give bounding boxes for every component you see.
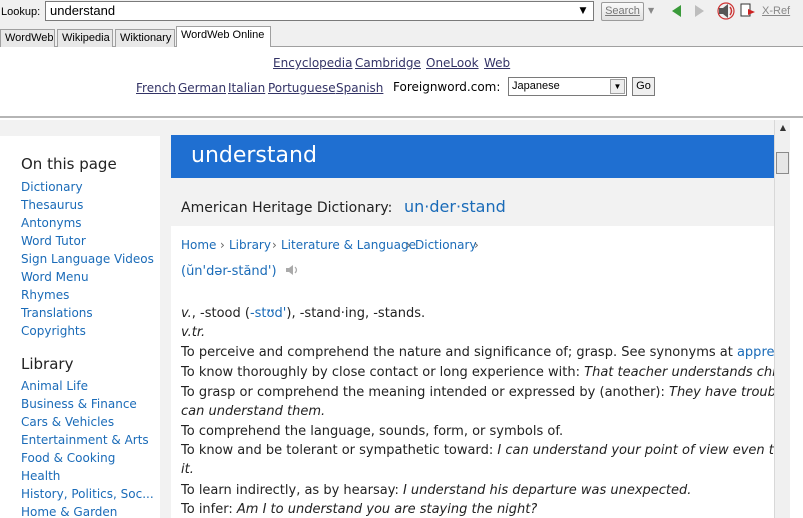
- lookup-input[interactable]: understand: [45, 1, 594, 21]
- library-link-cars-vehicles[interactable]: Cars & Vehicles: [21, 415, 114, 429]
- definition-line: To learn indirectly, as by hearsay: I un…: [181, 483, 692, 498]
- sidebar-link-word-tutor[interactable]: Word Tutor: [21, 234, 86, 248]
- link-portuguese[interactable]: Portuguese: [268, 81, 336, 95]
- sidebar-link-sign-language-videos[interactable]: Sign Language Videos: [21, 252, 154, 266]
- pronunciation: (ŭn'dər-stănd'): [181, 264, 277, 279]
- part-of-speech: v.: [181, 306, 192, 321]
- definition-line: To know thoroughly by close contact or l…: [181, 365, 774, 380]
- library-link-food-cooking[interactable]: Food & Cooking: [21, 451, 115, 465]
- sidebar-link-antonyms[interactable]: Antonyms: [21, 216, 82, 230]
- link-onelook[interactable]: OneLook: [426, 56, 479, 70]
- copy-to-icon[interactable]: [739, 2, 757, 20]
- window-edge: [790, 120, 803, 518]
- sidebar-link-copyrights[interactable]: Copyrights: [21, 324, 86, 338]
- inflection-stood: , -stood (: [191, 306, 250, 321]
- scrollbar-thumb[interactable]: [776, 152, 789, 174]
- tab-wordweb[interactable]: WordWeb: [0, 29, 55, 47]
- external-links-panel: Encyclopedia Cambridge OneLook Web Frenc…: [0, 47, 803, 118]
- inflection-stood-pronunciation: -stʊd': [249, 306, 287, 321]
- language-select-value: Japanese: [512, 80, 560, 92]
- inflection-line: v., -stood (-stʊd'), -stand·ing, -stands…: [181, 306, 425, 321]
- pronunciation-line: (ŭn'dər-stănd'): [181, 264, 301, 279]
- definition-example: Am I to understand you are staying the n…: [236, 502, 538, 517]
- library-link-business-finance[interactable]: Business & Finance: [21, 397, 137, 411]
- definition-line: To infer: Am I to understand you are sta…: [181, 502, 538, 517]
- search-dropdown-icon[interactable]: ▼: [648, 6, 654, 15]
- tab-wikipedia[interactable]: Wikipedia: [57, 29, 113, 47]
- definition-line: To know and be tolerant or sympathetic t…: [181, 443, 774, 458]
- definition-example: They have trouble w: [669, 385, 774, 400]
- definition-line: To comprehend the language, sounds, form…: [181, 424, 564, 439]
- xref-button[interactable]: X-Ref: [762, 5, 790, 17]
- dictionary-source-bar: American Heritage Dictionary: un·der·sta…: [171, 187, 774, 226]
- language-select[interactable]: Japanese ▼: [508, 77, 627, 96]
- back-arrow-icon[interactable]: [668, 2, 686, 20]
- chevron-down-icon: ▼: [610, 79, 625, 94]
- breadcrumb-literature-language[interactable]: Literature & Language: [281, 238, 416, 252]
- definition-line: To grasp or comprehend the meaning inten…: [181, 385, 774, 400]
- vertical-scrollbar[interactable]: ▲: [774, 120, 790, 518]
- definition-example: it.: [181, 462, 194, 477]
- library-link-home-garden[interactable]: Home & Garden: [21, 505, 117, 518]
- definition-example: I understand his departure was unexpecte…: [402, 483, 692, 498]
- scroll-up-arrow-icon[interactable]: ▲: [775, 120, 791, 136]
- speaker-icon[interactable]: [717, 2, 735, 20]
- library-link-history-politics[interactable]: History, Politics, Soc...: [21, 487, 154, 501]
- definition-example: can understand them.: [181, 404, 326, 419]
- library-heading: Library: [21, 355, 74, 373]
- on-this-page-heading: On this page: [21, 155, 117, 173]
- definition-line: To perceive and comprehend the nature an…: [181, 345, 774, 360]
- word-header: understand: [171, 135, 774, 178]
- link-french[interactable]: French: [136, 81, 176, 95]
- tab-wiktionary[interactable]: Wiktionary: [115, 29, 175, 47]
- lookup-dropdown-icon[interactable]: ▼: [576, 4, 590, 18]
- search-button[interactable]: Search: [601, 2, 644, 21]
- dictionary-entry: Home › Library › Literature & Language ›…: [171, 226, 774, 518]
- library-link-entertainment-arts[interactable]: Entertainment & Arts: [21, 433, 149, 447]
- definition-example: I can understand your point of view even…: [497, 443, 774, 458]
- word-title: understand: [191, 143, 317, 168]
- breadcrumb-separator: ›: [220, 238, 225, 252]
- library-link-animal-life[interactable]: Animal Life: [21, 379, 88, 393]
- web-content: On this page Dictionary Thesaurus Antony…: [0, 120, 774, 518]
- link-italian[interactable]: Italian: [228, 81, 265, 95]
- syllabification: un·der·stand: [404, 197, 506, 216]
- sidebar: On this page Dictionary Thesaurus Antony…: [0, 136, 160, 518]
- tab-wordweb-online[interactable]: WordWeb Online: [176, 26, 271, 48]
- breadcrumb-dictionary[interactable]: Dictionary: [415, 238, 477, 252]
- link-spanish[interactable]: Spanish: [336, 81, 383, 95]
- sidebar-link-dictionary[interactable]: Dictionary: [21, 180, 83, 194]
- definition-example: That teacher understands children: [584, 365, 774, 380]
- definition-line: it.: [181, 462, 194, 477]
- forward-arrow-icon[interactable]: [690, 2, 708, 20]
- sidebar-link-word-menu[interactable]: Word Menu: [21, 270, 89, 284]
- breadcrumb-home[interactable]: Home: [181, 238, 216, 252]
- foreignword-label: Foreignword.com:: [393, 80, 501, 94]
- go-button[interactable]: Go: [632, 77, 655, 96]
- definition-line: can understand them.: [181, 404, 325, 419]
- synonym-link[interactable]: apprehend: [737, 345, 774, 360]
- dictionary-source-label: American Heritage Dictionary:: [181, 200, 393, 216]
- link-german[interactable]: German: [178, 81, 226, 95]
- link-encyclopedia[interactable]: Encyclopedia: [273, 56, 352, 70]
- inflection-rest: ), -stand·ing, -stands.: [286, 306, 426, 321]
- sidebar-link-thesaurus[interactable]: Thesaurus: [21, 198, 83, 212]
- sense-label: v.tr.: [181, 325, 206, 340]
- sidebar-link-translations[interactable]: Translations: [21, 306, 93, 320]
- lookup-toolbar: Lookup: understand ▼ Search ▼ X-Ref: [0, 0, 803, 25]
- link-cambridge[interactable]: Cambridge: [355, 56, 421, 70]
- breadcrumb-library[interactable]: Library: [229, 238, 271, 252]
- breadcrumb-separator: ›: [474, 238, 479, 252]
- tab-bar: WordWeb Wikipedia Wiktionary WordWeb Onl…: [0, 25, 803, 48]
- sidebar-link-rhymes[interactable]: Rhymes: [21, 288, 69, 302]
- library-link-health[interactable]: Health: [21, 469, 60, 483]
- breadcrumb-separator: ›: [406, 238, 411, 252]
- lookup-label: Lookup:: [1, 6, 41, 18]
- link-web[interactable]: Web: [484, 56, 510, 70]
- breadcrumb-separator: ›: [272, 238, 277, 252]
- audio-speaker-icon[interactable]: [285, 264, 301, 276]
